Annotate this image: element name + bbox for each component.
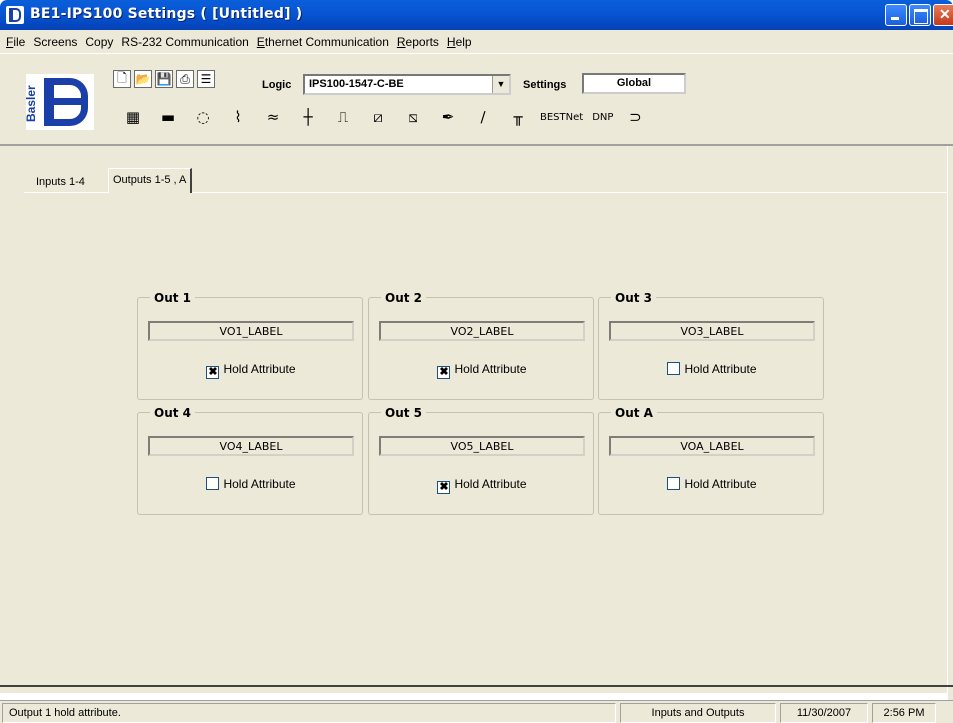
bestnet-button[interactable]: BESTNet: [536, 100, 587, 134]
maximize-button[interactable]: [909, 4, 931, 26]
hold-label: Hold Attribute: [223, 477, 296, 491]
checkbox-icon[interactable]: [667, 477, 681, 490]
group-title: Out A: [611, 406, 657, 420]
status-message: Output 1 hold attribute.: [2, 703, 616, 723]
chevron-down-icon[interactable]: ▼: [492, 76, 509, 93]
save-icon[interactable]: 💾: [155, 70, 173, 88]
properties-icon[interactable]: ☰: [197, 70, 215, 88]
out3-group: Out 3 VO3_LABEL Hold Attribute: [598, 291, 825, 400]
app-icon[interactable]: [6, 6, 24, 24]
status-date: 11/30/2007: [780, 703, 868, 723]
out5-group: Out 5 VO5_LABEL ✖ Hold Attribute: [368, 406, 595, 515]
settings-field: Global: [582, 73, 686, 94]
out1-label-field: VO1_LABEL: [148, 321, 354, 341]
menu-bar: File Screens Copy RS-232 Communication E…: [0, 30, 953, 54]
checkbox-icon[interactable]: [667, 362, 681, 375]
out5-label-field: VO5_LABEL: [379, 436, 585, 456]
io-icon[interactable]: ∕: [466, 100, 500, 134]
timer-icon[interactable]: ⧅: [396, 100, 430, 134]
grid-icon[interactable]: ▦: [116, 100, 150, 134]
menu-help[interactable]: Help: [445, 33, 478, 51]
outputs-tab-panel: Out 1 VO1_LABEL ✖ Hold Attribute Out 2 VO…: [24, 192, 953, 682]
transformer-icon[interactable]: ⧄: [361, 100, 395, 134]
logic-select[interactable]: IPS100-1547-C-BE ▼: [303, 74, 511, 95]
out4-hold-checkbox[interactable]: Hold Attribute: [138, 477, 364, 491]
probe-icon[interactable]: ✒: [431, 100, 465, 134]
phasor-icon[interactable]: ┼: [291, 100, 325, 134]
status-bar: Output 1 hold attribute. Inputs and Outp…: [0, 700, 953, 723]
group-title: Out 2: [381, 291, 427, 305]
checkbox-icon[interactable]: ✖: [437, 481, 451, 494]
checkbox-icon[interactable]: ✖: [437, 366, 451, 379]
basler-logo: Basler: [24, 74, 94, 130]
hold-label: Hold Attribute: [684, 477, 757, 491]
frame-divider: [0, 685, 953, 687]
outa-group: Out A VOA_LABEL Hold Attribute: [598, 406, 825, 515]
minimize-button[interactable]: [885, 4, 907, 26]
checkbox-icon[interactable]: [206, 477, 220, 490]
out3-label-field: VO3_LABEL: [609, 321, 815, 341]
file-toolbar: 🗋 📂 💾 ⎙ ☰: [113, 70, 215, 88]
group-title: Out 5: [381, 406, 427, 420]
out4-label-field: VO4_LABEL: [148, 436, 354, 456]
out1-group: Out 1 VO1_LABEL ✖ Hold Attribute: [137, 291, 364, 400]
logic-select-value: IPS100-1547-C-BE: [309, 78, 404, 90]
right-frame: [947, 146, 953, 700]
print-icon[interactable]: ⎙: [176, 70, 194, 88]
screen-icon-bar: ▦ ▬ ◌ ⌇ ≈ ┼ ⎍ ⧄ ⧅ ✒ ∕ ╥ BESTNet DNP ⊃: [116, 100, 652, 134]
menu-rs232[interactable]: RS-232 Communication: [119, 33, 254, 51]
tab-outputs[interactable]: Outputs 1-5 , A: [108, 168, 193, 193]
menu-ethernet[interactable]: Ethernet Communication: [255, 33, 395, 51]
group-title: Out 4: [150, 406, 196, 420]
hold-label: Hold Attribute: [223, 362, 296, 376]
tab-inputs[interactable]: Inputs 1-4: [32, 171, 89, 194]
voltage-waveform-icon[interactable]: ≈: [256, 100, 290, 134]
counter-icon[interactable]: ◌: [186, 100, 220, 134]
hold-label: Hold Attribute: [454, 477, 527, 491]
hold-label: Hold Attribute: [684, 362, 757, 376]
outa-label-field: VOA_LABEL: [609, 436, 815, 456]
status-screen: Inputs and Outputs: [620, 703, 776, 723]
out2-hold-checkbox[interactable]: ✖ Hold Attribute: [369, 362, 595, 379]
out2-label-field: VO2_LABEL: [379, 321, 585, 341]
checkbox-icon[interactable]: ✖: [206, 366, 220, 379]
menu-copy[interactable]: Copy: [83, 33, 119, 51]
settings-label: Settings: [523, 79, 567, 91]
menu-file[interactable]: File: [4, 33, 31, 51]
hold-label: Hold Attribute: [454, 362, 527, 376]
out4-group: Out 4 VO4_LABEL Hold Attribute: [137, 406, 364, 515]
logic-label: Logic: [262, 79, 292, 91]
window-title: BE1-IPS100 Settings ( [Untitled] ): [30, 6, 303, 22]
out3-hold-checkbox[interactable]: Hold Attribute: [599, 362, 825, 376]
title-bar: BE1-IPS100 Settings ( [Untitled] ): [0, 0, 953, 30]
out1-hold-checkbox[interactable]: ✖ Hold Attribute: [138, 362, 364, 379]
new-icon[interactable]: 🗋: [113, 70, 131, 88]
pulse-icon[interactable]: ⎍: [326, 100, 360, 134]
open-icon[interactable]: 📂: [134, 70, 152, 88]
group-title: Out 3: [611, 291, 657, 305]
dnp-button[interactable]: DNP: [588, 100, 617, 134]
menu-screens[interactable]: Screens: [31, 33, 83, 51]
menu-reports[interactable]: Reports: [395, 33, 445, 51]
status-time: 2:56 PM: [872, 703, 936, 723]
close-button[interactable]: [933, 4, 953, 26]
out5-hold-checkbox[interactable]: ✖ Hold Attribute: [369, 477, 595, 494]
group-title: Out 1: [150, 291, 196, 305]
out2-group: Out 2 VO2_LABEL ✖ Hold Attribute: [368, 291, 595, 400]
breaker-icon[interactable]: ╥: [501, 100, 535, 134]
toolbar: Basler 🗋 📂 💾 ⎙ ☰ Logic IPS100-1547-C-BE …: [0, 54, 953, 146]
outa-hold-checkbox[interactable]: Hold Attribute: [599, 477, 825, 491]
relay-icon[interactable]: ▬: [151, 100, 185, 134]
current-waveform-icon[interactable]: ⌇: [221, 100, 255, 134]
logic-gate-icon[interactable]: ⊃: [618, 100, 652, 134]
